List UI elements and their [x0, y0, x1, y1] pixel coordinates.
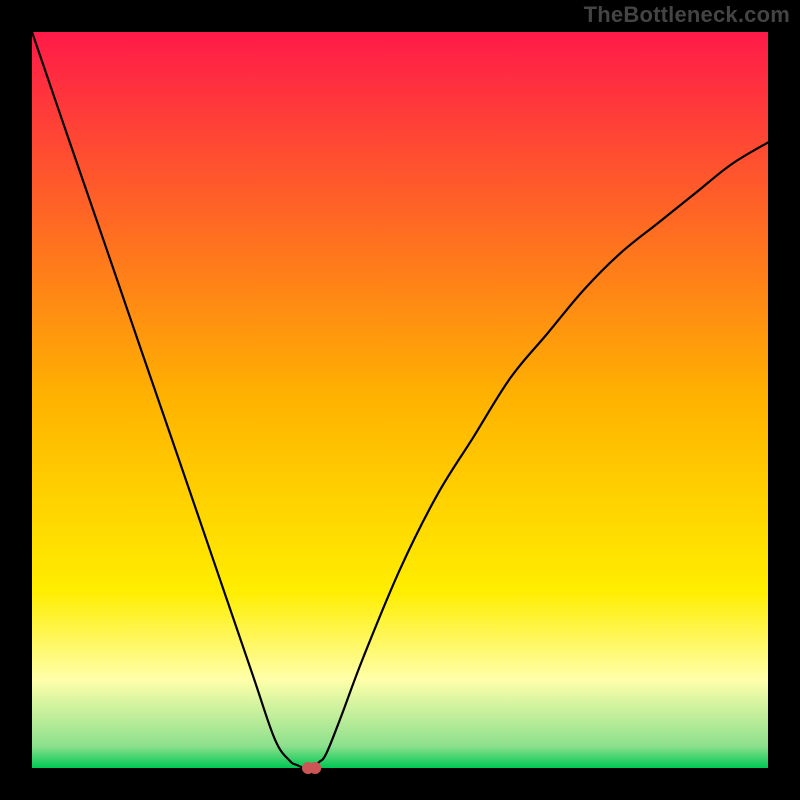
watermark-text: TheBottleneck.com	[584, 2, 790, 28]
chart-container: TheBottleneck.com	[0, 0, 800, 800]
marker-dot-b	[309, 762, 321, 774]
bottleneck-chart	[0, 0, 800, 800]
plot-background	[32, 32, 768, 768]
